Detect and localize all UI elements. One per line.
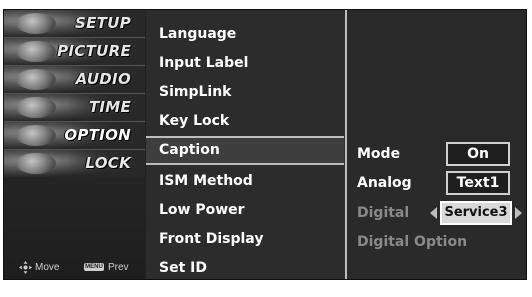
menu-key-label: MENU — [85, 264, 103, 270]
digital-option-label: Digital Option — [357, 234, 468, 250]
menu-item-input-label[interactable]: Input Label — [146, 49, 344, 78]
category-deco — [16, 41, 56, 62]
category-deco — [16, 13, 56, 34]
category-deco — [16, 153, 56, 174]
category-deco — [16, 125, 56, 146]
category-picture[interactable]: PICTURE — [4, 38, 145, 65]
analog-value-button[interactable]: Text1 — [446, 171, 510, 195]
caption-analog-row: Analog Text1 — [347, 170, 526, 196]
category-deco — [16, 97, 56, 118]
caption-digital-option-row[interactable]: Digital Option — [347, 229, 526, 255]
category-sidebar: SETUP PICTURE AUDIO TIME OPTION LOCK — [4, 10, 145, 279]
category-label: SETUP — [75, 14, 131, 32]
menu-item-language[interactable]: Language — [146, 20, 344, 49]
category-lock[interactable]: LOCK — [4, 150, 145, 177]
category-setup[interactable]: SETUP — [4, 10, 145, 37]
osd-screen: SETUP PICTURE AUDIO TIME OPTION LOCK Mov… — [0, 0, 532, 297]
category-label: LOCK — [85, 154, 131, 172]
menu-item-front-display[interactable]: Front Display — [146, 225, 344, 254]
menu-item-low-power[interactable]: Low Power — [146, 196, 344, 225]
mode-label: Mode — [357, 146, 401, 162]
prev-hint: Prev — [108, 262, 129, 273]
menu-key-icon: MENU — [84, 263, 104, 271]
caption-submenu: Mode On Analog Text1 Digital Service3 Di… — [347, 10, 526, 279]
category-audio[interactable]: AUDIO — [4, 66, 145, 93]
arrow-right-icon[interactable] — [515, 207, 522, 219]
category-label: AUDIO — [75, 70, 131, 88]
menu-item-caption[interactable]: Caption — [146, 136, 344, 165]
category-label: TIME — [88, 98, 131, 116]
menu-item-set-id[interactable]: Set ID — [146, 254, 344, 283]
mode-value-button[interactable]: On — [446, 142, 510, 166]
nav-hint-bar: Move MENU Prev — [4, 258, 145, 278]
option-menu-list: Language Input Label SimpLink Key Lock C… — [146, 10, 346, 279]
category-deco — [16, 69, 56, 90]
category-label: PICTURE — [57, 42, 131, 60]
arrow-left-icon[interactable] — [430, 207, 437, 219]
caption-mode-row: Mode On — [347, 141, 526, 167]
category-option[interactable]: OPTION — [4, 122, 145, 149]
menu-item-key-lock[interactable]: Key Lock — [146, 107, 344, 136]
digital-label: Digital — [357, 205, 410, 221]
move-dpad-icon — [19, 261, 32, 274]
menu-item-simplink[interactable]: SimpLink — [146, 78, 344, 107]
caption-digital-row: Digital Service3 — [347, 200, 526, 226]
category-label: OPTION — [64, 126, 131, 144]
digital-value-selector[interactable]: Service3 — [440, 201, 512, 225]
category-time[interactable]: TIME — [4, 94, 145, 121]
analog-label: Analog — [357, 175, 412, 191]
move-hint: Move — [35, 262, 60, 273]
menu-item-ism-method[interactable]: ISM Method — [146, 167, 344, 196]
